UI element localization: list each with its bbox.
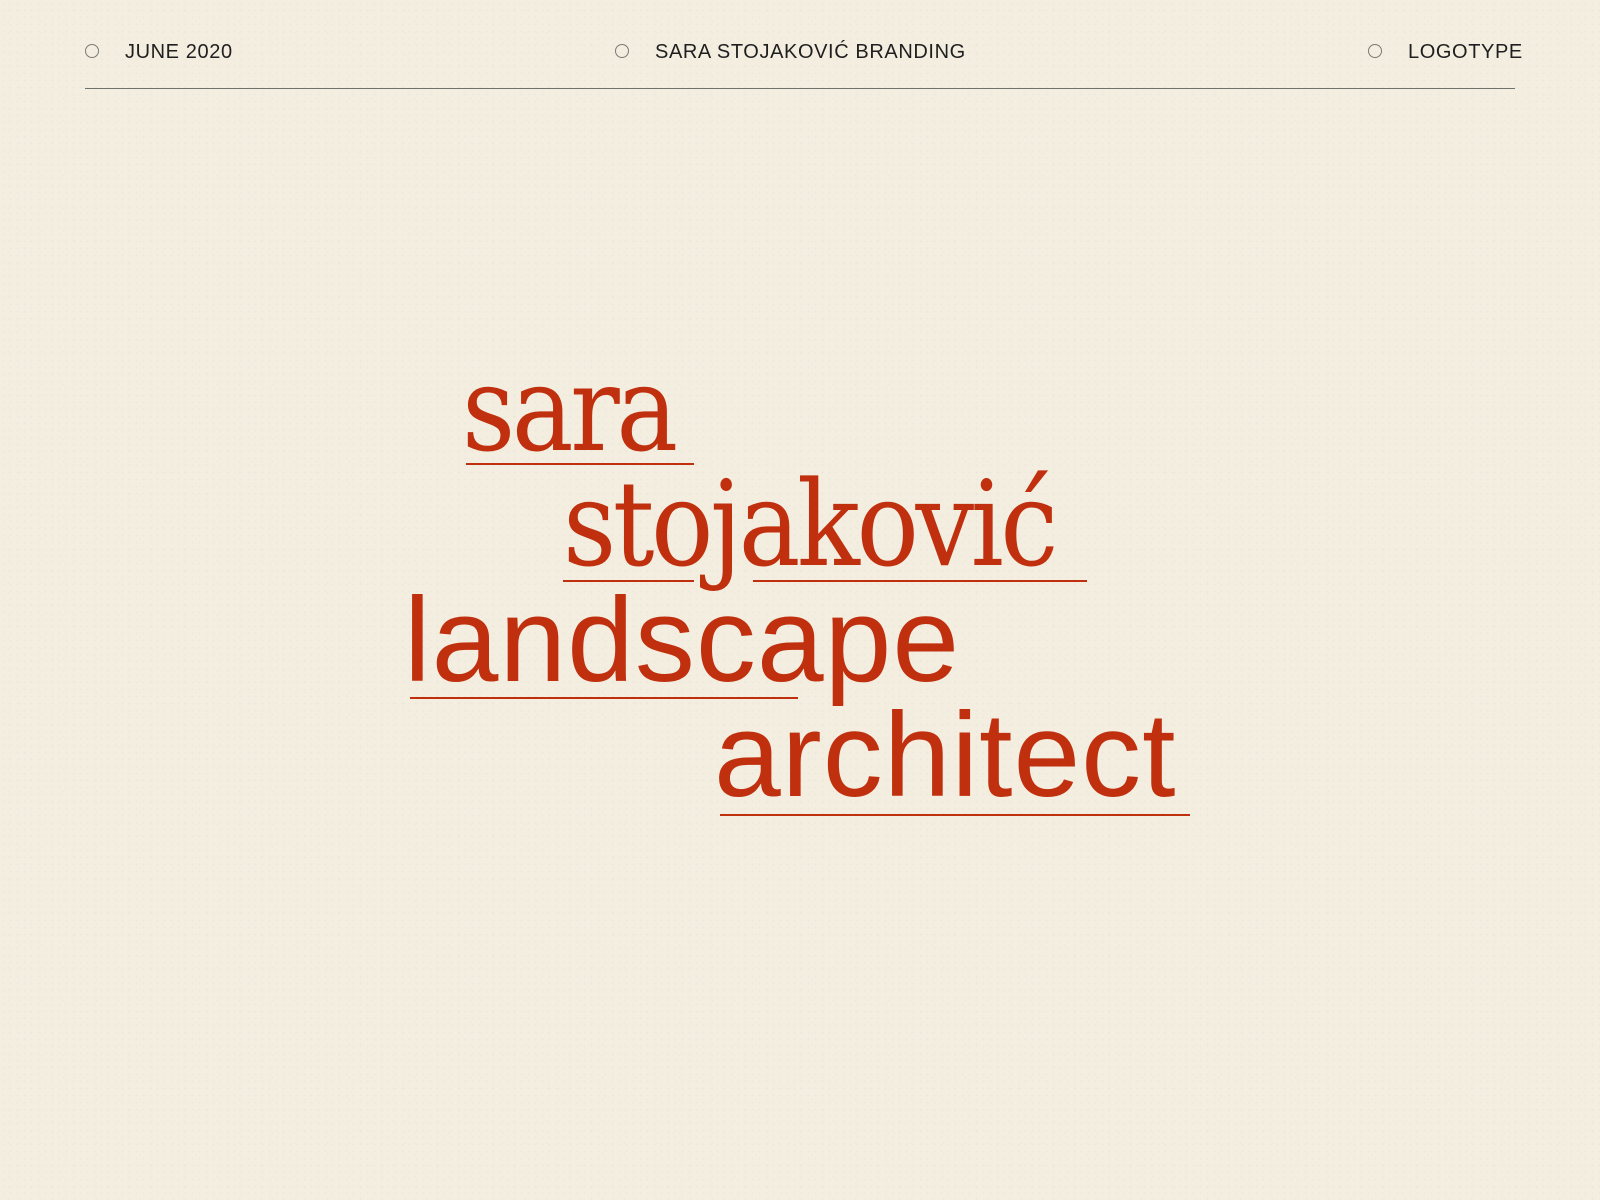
underline-last-name-right — [753, 580, 1087, 582]
logotype-word-first-name: sara — [462, 340, 678, 478]
circle-outline-icon — [85, 44, 99, 58]
header-project-label: SARA STOJAKOVIĆ BRANDING — [655, 41, 966, 63]
underline-first-name — [466, 463, 694, 465]
logotype: sara stojaković landscape architect — [0, 0, 1600, 1200]
logotype-word-architect: architect — [714, 688, 1177, 822]
header-category-label: LOGOTYPE — [1408, 41, 1523, 63]
paper-texture — [0, 0, 1600, 1200]
underline-landscape — [410, 697, 798, 699]
circle-outline-icon — [1368, 44, 1382, 58]
header-item-date: JUNE 2020 — [85, 40, 233, 64]
underline-architect — [720, 814, 1190, 816]
circle-outline-icon — [615, 44, 629, 58]
header-date-label: JUNE 2020 — [125, 41, 233, 63]
header-item-project: SARA STOJAKOVIĆ BRANDING — [615, 40, 966, 64]
header-item-category: LOGOTYPE — [1368, 40, 1523, 64]
header-divider — [85, 88, 1515, 89]
logotype-word-last-name: stojaković — [563, 455, 1058, 593]
logotype-word-landscape: landscape — [404, 573, 961, 707]
underline-last-name-left — [563, 580, 694, 582]
